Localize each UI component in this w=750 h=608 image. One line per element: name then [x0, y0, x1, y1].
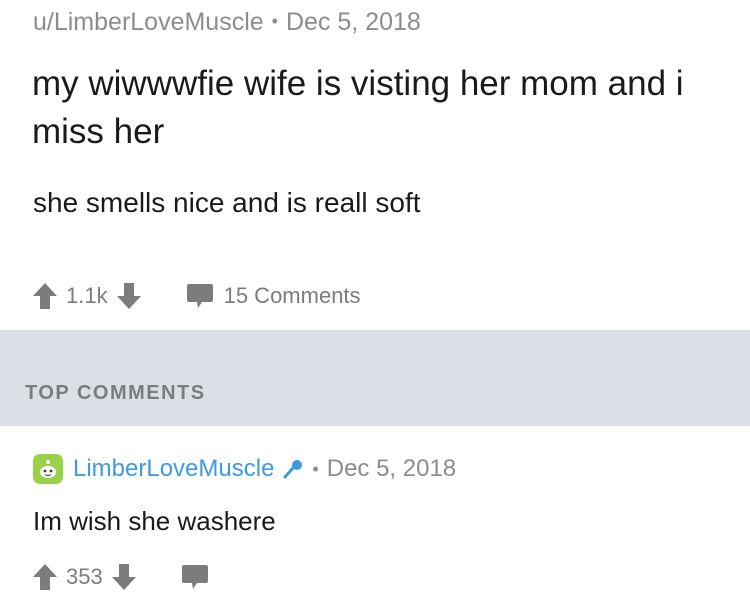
upvote-icon[interactable]: [32, 563, 58, 591]
post-title: my wiwwwfie wife is visting her mom and …: [32, 64, 684, 151]
post-author[interactable]: u/LimberLoveMuscle: [33, 8, 264, 36]
comment-meta: LimberLoveMuscle • Dec 5, 2018: [33, 453, 456, 485]
comment-actions: 353: [32, 562, 209, 592]
top-comments-header: TOP COMMENTS: [0, 330, 750, 426]
snoo-avatar-icon[interactable]: [33, 454, 63, 484]
post-date: Dec 5, 2018: [285, 8, 421, 36]
comment-author[interactable]: LimberLoveMuscle: [73, 455, 274, 483]
microphone-icon: [282, 458, 304, 480]
downvote-icon[interactable]: [111, 563, 137, 591]
comment-date: Dec 5, 2018: [326, 455, 457, 482]
post-actions: 1.1k 15 Comments: [32, 281, 361, 311]
post: u/LimberLoveMuscle • Dec 5, 2018 my wiwwwf…: [0, 0, 750, 330]
post-body: she smells nice and is reall soft: [33, 187, 421, 218]
comment-body: Im wish she washere: [33, 506, 276, 536]
section-title: TOP COMMENTS: [25, 382, 206, 404]
upvote-icon[interactable]: [32, 282, 58, 310]
speech-bubble-icon: [186, 282, 214, 310]
post-score: 1.1k: [66, 283, 108, 308]
comment: LimberLoveMuscle • Dec 5, 2018 Im wish s…: [0, 426, 750, 608]
comments-count: 15 Comments: [223, 283, 361, 308]
post-meta: u/LimberLoveMuscle • Dec 5, 2018: [33, 8, 421, 37]
speech-bubble-icon: [181, 563, 209, 591]
comment-meta-separator: •: [312, 458, 319, 479]
comments-button[interactable]: 15 Comments: [186, 282, 361, 310]
comment-score: 353: [66, 564, 103, 589]
downvote-icon[interactable]: [116, 282, 142, 310]
reply-button[interactable]: [181, 563, 209, 591]
post-meta-separator: •: [271, 11, 278, 31]
